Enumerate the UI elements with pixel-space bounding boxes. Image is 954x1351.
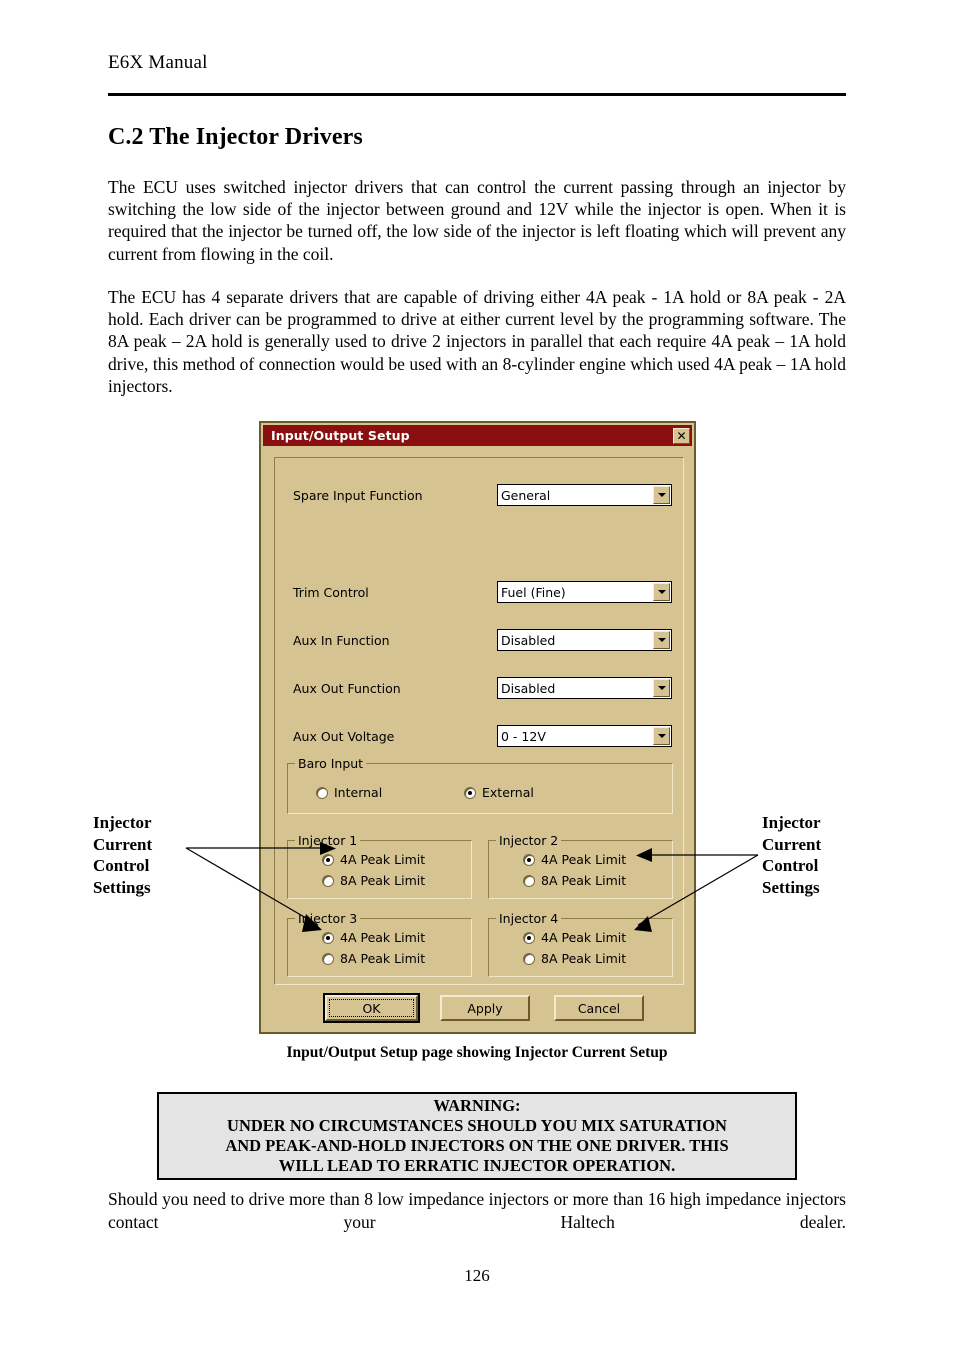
radio-label-injector-2-4a: 4A Peak Limit — [541, 852, 627, 867]
annotation-left: Injector Current Control Settings — [93, 813, 153, 897]
field-row-aux-in-function: Aux In Function Disabled — [275, 629, 685, 653]
radio-label-injector-4-4a: 4A Peak Limit — [541, 930, 627, 945]
dropdown-trim-control[interactable]: Fuel (Fine) — [497, 581, 672, 603]
dropdown-value-aux-in-function: Disabled — [501, 632, 556, 648]
ok-button[interactable]: OK — [323, 993, 420, 1023]
page-number: 126 — [464, 1266, 490, 1285]
radio-label-injector-4-8a: 8A Peak Limit — [541, 951, 627, 966]
page-title: C.2 The Injector Drivers — [108, 124, 363, 150]
radio-icon[interactable] — [464, 786, 476, 799]
warning-box: WARNING: UNDER NO CIRCUMSTANCES SHOULD Y… — [157, 1092, 797, 1180]
warning-line-2: UNDER NO CIRCUMSTANCES SHOULD YOU MIX SA… — [227, 1116, 727, 1135]
field-row-trim-control: Trim Control Fuel (Fine) — [275, 581, 685, 605]
dialog-title: Input/Output Setup — [271, 428, 410, 443]
dropdown-aux-out-function[interactable]: Disabled — [497, 677, 672, 699]
field-label-spare-input-function: Spare Input Function — [293, 488, 423, 503]
radio-icon[interactable] — [322, 931, 334, 944]
radio-injector-4-8a[interactable]: 8A Peak Limit — [523, 951, 626, 966]
radio-injector-3-8a[interactable]: 8A Peak Limit — [322, 951, 425, 966]
radio-injector-2-8a[interactable]: 8A Peak Limit — [523, 873, 626, 888]
radio-icon[interactable] — [523, 874, 535, 887]
dropdown-value-aux-out-function: Disabled — [501, 680, 556, 696]
radio-icon[interactable] — [523, 853, 535, 866]
radio-icon[interactable] — [322, 874, 334, 887]
radio-label-injector-1-8a: 8A Peak Limit — [340, 873, 426, 888]
running-header: E6X Manual — [108, 52, 208, 73]
radio-baro-external[interactable]: External — [464, 785, 534, 800]
field-label-trim-control: Trim Control — [293, 585, 369, 600]
group-title-injector-1: Injector 1 — [295, 833, 361, 848]
field-row-spare-input-function: Spare Input Function General — [275, 484, 685, 508]
focus-ring — [329, 999, 414, 1017]
group-injector-4: Injector 4 4A Peak Limit 8A Peak Limit — [488, 911, 673, 977]
dropdown-value-spare-input-function: General — [501, 487, 551, 503]
apply-button-label: Apply — [467, 1000, 503, 1016]
radio-injector-3-4a[interactable]: 4A Peak Limit — [322, 930, 425, 945]
radio-label-baro-internal: Internal — [334, 785, 383, 800]
header-rule — [108, 93, 846, 96]
radio-injector-4-4a[interactable]: 4A Peak Limit — [523, 930, 626, 945]
warning-line-4: WILL LEAD TO ERRATIC INJECTOR OPERATION. — [278, 1156, 676, 1175]
field-label-aux-in-function: Aux In Function — [293, 633, 390, 648]
chevron-down-icon[interactable] — [653, 631, 670, 649]
chevron-down-icon[interactable] — [653, 727, 670, 745]
dropdown-aux-out-voltage[interactable]: 0 - 12V — [497, 725, 672, 747]
cancel-button-label: Cancel — [577, 1000, 621, 1016]
warning-line-3: AND PEAK-AND-HOLD INJECTORS ON THE ONE D… — [225, 1136, 729, 1155]
dropdown-value-aux-out-voltage: 0 - 12V — [501, 728, 546, 744]
radio-baro-internal[interactable]: Internal — [316, 785, 382, 800]
dropdown-aux-in-function[interactable]: Disabled — [497, 629, 672, 651]
radio-icon[interactable] — [322, 853, 334, 866]
radio-icon[interactable] — [523, 952, 535, 965]
field-label-aux-out-function: Aux Out Function — [293, 681, 401, 696]
field-row-aux-out-function: Aux Out Function Disabled — [275, 677, 685, 701]
radio-label-baro-external: External — [482, 785, 534, 800]
chevron-down-icon[interactable] — [653, 486, 670, 504]
group-baro-input: Baro Input Internal External — [287, 756, 673, 814]
annotation-right: Injector Current Control Settings — [762, 813, 822, 897]
radio-label-injector-1-4a: 4A Peak Limit — [340, 852, 426, 867]
field-row-aux-out-voltage: Aux Out Voltage 0 - 12V — [275, 725, 685, 749]
field-label-aux-out-voltage: Aux Out Voltage — [293, 729, 395, 744]
warning-line-1: WARNING: — [433, 1096, 521, 1115]
group-injector-2: Injector 2 4A Peak Limit 8A Peak Limit — [488, 833, 673, 899]
dialog-titlebar: Input/Output Setup ✕ — [263, 425, 692, 446]
group-injector-3: Injector 3 4A Peak Limit 8A Peak Limit — [287, 911, 472, 977]
radio-icon[interactable] — [316, 786, 328, 799]
radio-injector-1-4a[interactable]: 4A Peak Limit — [322, 852, 425, 867]
apply-button[interactable]: Apply — [440, 995, 530, 1021]
group-title-injector-3: Injector 3 — [295, 911, 361, 926]
group-title-baro-input: Baro Input — [295, 756, 367, 771]
close-icon[interactable]: ✕ — [673, 427, 690, 444]
body-paragraph-2: The ECU has 4 separate drivers that are … — [108, 287, 846, 396]
figure-caption: Input/Output Setup page showing Injector… — [286, 1044, 668, 1061]
radio-injector-1-8a[interactable]: 8A Peak Limit — [322, 873, 425, 888]
body-paragraph-1: The ECU uses switched injector drivers t… — [108, 177, 846, 264]
radio-icon[interactable] — [523, 931, 535, 944]
radio-label-injector-3-8a: 8A Peak Limit — [340, 951, 426, 966]
group-title-injector-4: Injector 4 — [496, 911, 562, 926]
dialog-panel: Spare Input Function General Trim Contro… — [274, 457, 684, 985]
radio-label-injector-3-4a: 4A Peak Limit — [340, 930, 426, 945]
radio-label-injector-2-8a: 8A Peak Limit — [541, 873, 627, 888]
dropdown-spare-input-function[interactable]: General — [497, 484, 672, 506]
radio-icon[interactable] — [322, 952, 334, 965]
dropdown-value-trim-control: Fuel (Fine) — [501, 584, 566, 600]
radio-injector-2-4a[interactable]: 4A Peak Limit — [523, 852, 626, 867]
group-injector-1: Injector 1 4A Peak Limit 8A Peak Limit — [287, 833, 472, 899]
body-paragraph-3: Should you need to drive more than 8 low… — [108, 1189, 846, 1232]
cancel-button[interactable]: Cancel — [554, 995, 644, 1021]
chevron-down-icon[interactable] — [653, 583, 670, 601]
group-title-injector-2: Injector 2 — [496, 833, 562, 848]
input-output-setup-dialog: Input/Output Setup ✕ Spare Input Functio… — [259, 421, 696, 1034]
document-page: E6X Manual C.2 The Injector Drivers The … — [0, 0, 954, 1351]
chevron-down-icon[interactable] — [653, 679, 670, 697]
